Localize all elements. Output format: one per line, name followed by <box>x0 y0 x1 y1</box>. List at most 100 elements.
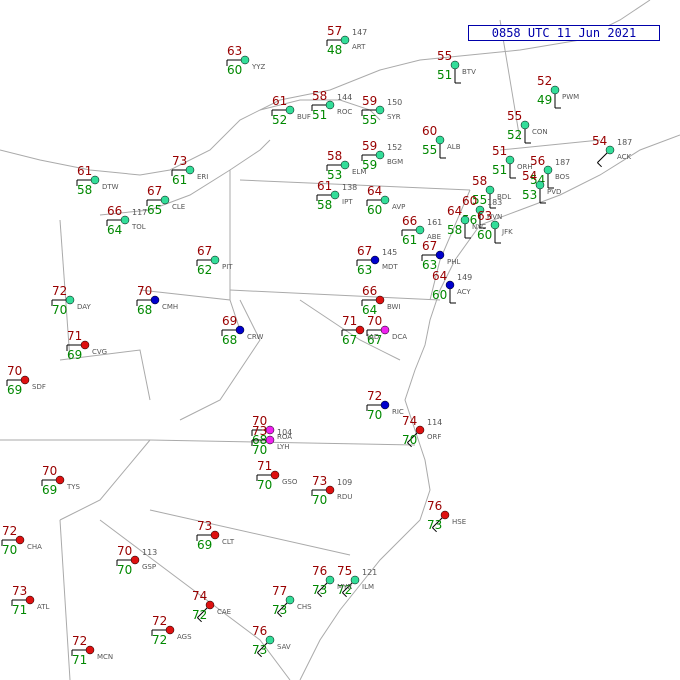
valid-time-title: 0858 UTC 11 Jun 2021 <box>468 25 660 41</box>
dewpoint-value: 73 <box>427 518 442 532</box>
temperature-value: 72 <box>52 284 67 298</box>
station-chs: 77 73 CHS <box>272 584 312 618</box>
dewpoint-value: 71 <box>72 653 87 667</box>
dewpoint-value: 72 <box>152 633 167 647</box>
temperature-value: 58 <box>327 149 342 163</box>
pressure-value: 113 <box>142 548 157 557</box>
temperature-value: 71 <box>342 314 357 328</box>
station-hse: 76 73 HSE <box>427 499 466 533</box>
dewpoint-value: 71 <box>12 603 27 617</box>
dewpoint-value: 55 <box>422 143 437 157</box>
state-line-nc-sc <box>149 509 351 556</box>
station-elm: 5853 ELM <box>326 149 366 182</box>
pressure-value: 114 <box>427 418 442 427</box>
temperature-value: 54 <box>592 134 607 148</box>
temperature-value: 64 <box>432 269 447 283</box>
temperature-value: 58 <box>312 89 327 103</box>
station-id-label: MDT <box>382 263 398 271</box>
station-art: 57 48 147 ART <box>326 24 367 57</box>
temperature-value: 74 <box>192 589 207 603</box>
state-line-wv-va <box>179 299 261 421</box>
pressure-value: 138 <box>342 183 357 192</box>
station-id-label: CON <box>532 128 548 136</box>
dewpoint-value: 69 <box>197 538 212 552</box>
station-id-label: DCA <box>392 333 407 341</box>
temperature-value: 69 <box>222 314 237 328</box>
station-pit: 67 62 PIT <box>196 244 233 277</box>
station-id-label: BGM <box>387 158 403 166</box>
station-id-label: ORF <box>427 433 441 441</box>
station-syr: 59 55 150 SYR <box>361 94 402 127</box>
temperature-value: 64 <box>447 204 462 218</box>
temperature-value: 59 <box>362 139 377 153</box>
station-id-label: PWM <box>562 93 579 101</box>
station-id-label: PVD <box>547 188 561 196</box>
dewpoint-value: 70 <box>2 543 17 557</box>
temperature-value: 72 <box>2 524 17 538</box>
temperature-value: 67 <box>422 239 437 253</box>
dewpoint-value: 61 <box>172 173 187 187</box>
station-id-label: CLE <box>172 203 185 211</box>
temperature-value: 77 <box>272 584 287 598</box>
temperature-value: 60 <box>462 194 477 208</box>
station-id-label: ILM <box>362 583 374 591</box>
dewpoint-value: 48 <box>327 43 342 57</box>
dewpoint-value: 70 <box>312 493 327 507</box>
dewpoint-value: 49 <box>537 93 552 107</box>
pressure-value: 121 <box>362 568 377 577</box>
dewpoint-value: 70 <box>367 408 382 422</box>
temperature-value: 66 <box>402 214 417 228</box>
station-id-label: GSP <box>142 563 156 571</box>
station-eri: 73 61 ERI <box>171 154 208 187</box>
temperature-value: 58 <box>472 174 487 188</box>
station-plot-canvas: 5654187BOS54 187ACK5151 ORH5453 PVD5855 BDL6… <box>0 0 680 680</box>
dewpoint-value: 64 <box>107 223 122 237</box>
dewpoint-value: 53 <box>522 188 537 202</box>
station-ilm: 7572121ILM <box>337 564 377 598</box>
dewpoint-value: 73 <box>312 583 327 597</box>
temperature-value: 76 <box>312 564 327 578</box>
dewpoint-value: 70 <box>52 303 67 317</box>
dewpoint-value: 73 <box>252 643 267 657</box>
dewpoint-value: 69 <box>42 483 57 497</box>
station-id-label: ALB <box>447 143 461 151</box>
dewpoint-value: 73 <box>272 603 287 617</box>
station-pwm: 52 49 PWM <box>537 74 579 109</box>
station-roc: 58 51 144 ROC <box>311 89 352 122</box>
dewpoint-value: 69 <box>67 348 82 362</box>
dewpoint-value: 60 <box>367 203 382 217</box>
station-mdt: 67 63 145 MDT <box>356 244 398 277</box>
dewpoint-value: 60 <box>227 63 242 77</box>
station-id-label: IPT <box>342 198 353 206</box>
station-cle: 67 65 CLE <box>146 184 185 217</box>
station-ric: 7270 RIC <box>366 389 404 422</box>
station-id-label: MCN <box>97 653 113 661</box>
temperature-value: 72 <box>152 614 167 628</box>
dewpoint-value: 60 <box>477 228 492 242</box>
pressure-value: 144 <box>337 93 352 102</box>
pressure-value: 149 <box>457 273 472 282</box>
pressure-value: 183 <box>487 198 502 207</box>
station-id-label: BTV <box>462 68 476 76</box>
pressure-value: 152 <box>387 143 402 152</box>
dewpoint-value: 52 <box>507 128 522 142</box>
temperature-value: 73 <box>252 424 267 438</box>
pressure-value: 161 <box>427 218 442 227</box>
dewpoint-value: 51 <box>437 68 452 82</box>
station-day: 72 70 DAY <box>51 284 92 317</box>
temperature-value: 66 <box>107 204 122 218</box>
temperature-value: 74 <box>402 414 417 428</box>
station-clt: 73 69 CLT <box>196 519 235 552</box>
station-id-label: TOL <box>131 223 146 231</box>
station-id-label: LYH <box>277 443 290 451</box>
station-id-label: ACY <box>457 288 471 296</box>
station-id-label: YYZ <box>251 63 266 71</box>
temperature-value: 63 <box>227 44 242 58</box>
wind-barb-feather <box>597 162 602 168</box>
station-id-label: SDF <box>32 383 46 391</box>
temperature-value: 70 <box>7 364 22 378</box>
station-orf: 74 70 114 ORF <box>402 414 442 448</box>
station-btv: 55 51 BTV <box>437 49 476 84</box>
dewpoint-value: 63 <box>357 263 372 277</box>
temperature-value: 72 <box>72 634 87 648</box>
